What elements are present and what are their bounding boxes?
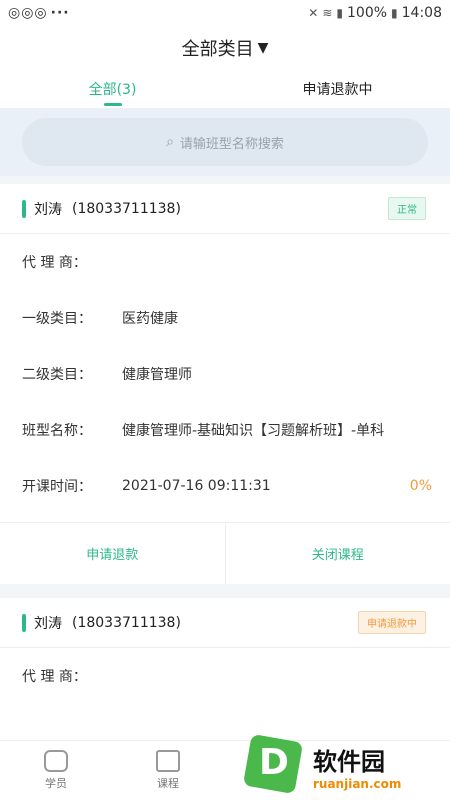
watermark-text: 软件园 ruanjian.com [313, 742, 401, 791]
more-dots: ··· [50, 5, 70, 21]
battery-level: 100% [347, 5, 388, 21]
status-left: ◎◎◎ ··· [8, 5, 70, 21]
tab-refund-pending[interactable]: 申请退款中 [225, 70, 450, 108]
card-header: 刘涛 (18033711138) 申请退款中 [0, 598, 450, 648]
category2-label: 二级类目： [22, 367, 92, 383]
tab-refund-label: 申请退款中 [302, 82, 373, 98]
apply-refund-button[interactable]: 申请退款 [0, 523, 225, 584]
category1-row: 一级类目： 医药健康 [0, 290, 450, 346]
clock: 14:08 [401, 5, 442, 21]
mute-icon: ✕ [308, 6, 319, 20]
card-header: 刘涛 (18033711138) 正常 [0, 184, 450, 234]
search-input[interactable]: ⌕ 请输班型名称搜索 [22, 118, 428, 166]
battery-icon: ▮ [391, 6, 398, 20]
class-name-value: 健康管理师-基础知识【习题解析班】-单科 [122, 423, 385, 439]
student-name: 刘涛 [34, 201, 62, 218]
watermark-logo: D 软件园 ruanjian.com [242, 733, 442, 797]
status-badge: 正常 [388, 197, 426, 220]
status-bar: ◎◎◎ ··· ✕ ≋ ▮ 100% ▮ 14:08 [0, 0, 450, 26]
agent-row: 代 理 商： [0, 648, 450, 704]
agent-label: 代 理 商： [22, 255, 87, 271]
watermark-letter: D [259, 742, 289, 783]
card-actions: 申请退款 关闭课程 [0, 522, 450, 584]
tab-bar: 全部(3) 申请退款中 [0, 70, 450, 108]
nav-item-students[interactable]: 学员 [0, 741, 112, 800]
agent-label: 代 理 商： [22, 669, 87, 685]
nav-courses-label: 课程 [157, 777, 179, 790]
nav-item-courses[interactable]: 课程 [112, 741, 224, 800]
tab-all-label: 全部(3) [88, 82, 137, 98]
close-course-button[interactable]: 关闭课程 [224, 523, 450, 584]
signal-icon: ▮ [336, 6, 343, 20]
search-area: ⌕ 请输班型名称搜索 [0, 108, 450, 176]
caret-down-icon[interactable]: ▼ [258, 40, 269, 56]
wifi-icon: ≋ [322, 6, 333, 20]
search-placeholder: 请输班型名称搜索 [179, 136, 284, 152]
watermark-en: ruanjian.com [313, 776, 402, 791]
student-phone: (18033711138) [72, 614, 181, 631]
start-time-row: 开课时间： 2021-07-16 09:11:31 0% [0, 458, 450, 514]
notification-icon: ◎◎◎ [8, 5, 48, 21]
header[interactable]: 全部类目 ▼ [0, 26, 450, 70]
student-card: 刘涛 (18033711138) 正常 代 理 商： 一级类目： 医药健康 二级… [0, 184, 450, 584]
student-name: 刘涛 [34, 615, 62, 632]
accent-bar [22, 613, 26, 632]
category2-row: 二级类目： 健康管理师 [0, 346, 450, 402]
progress-value: 0% [409, 478, 432, 494]
category-selector-title[interactable]: 全部类目 [182, 35, 254, 61]
class-name-label: 班型名称： [22, 423, 92, 439]
status-badge: 申请退款中 [358, 611, 426, 634]
status-right: ✕ ≋ ▮ 100% ▮ 14:08 [308, 5, 442, 21]
nav-students-label: 学员 [45, 777, 67, 790]
course-icon [156, 750, 180, 772]
start-time-value: 2021-07-16 09:11:31 [122, 478, 271, 494]
search-icon: ⌕ [166, 134, 174, 150]
accent-bar [22, 199, 26, 218]
student-card: 刘涛 (18033711138) 申请退款中 代 理 商： [0, 598, 450, 748]
category1-value: 医药健康 [122, 311, 178, 327]
category2-value: 健康管理师 [122, 367, 192, 383]
student-icon [44, 750, 68, 772]
agent-row: 代 理 商： [0, 234, 450, 290]
tab-all[interactable]: 全部(3) [0, 70, 225, 108]
watermark-cn: 软件园 [313, 747, 385, 776]
class-name-row: 班型名称： 健康管理师-基础知识【习题解析班】-单科 [0, 402, 450, 458]
student-phone: (18033711138) [72, 200, 181, 217]
watermark-logo-icon: D [242, 733, 307, 795]
category1-label: 一级类目： [22, 311, 92, 327]
start-time-label: 开课时间： [22, 479, 92, 495]
